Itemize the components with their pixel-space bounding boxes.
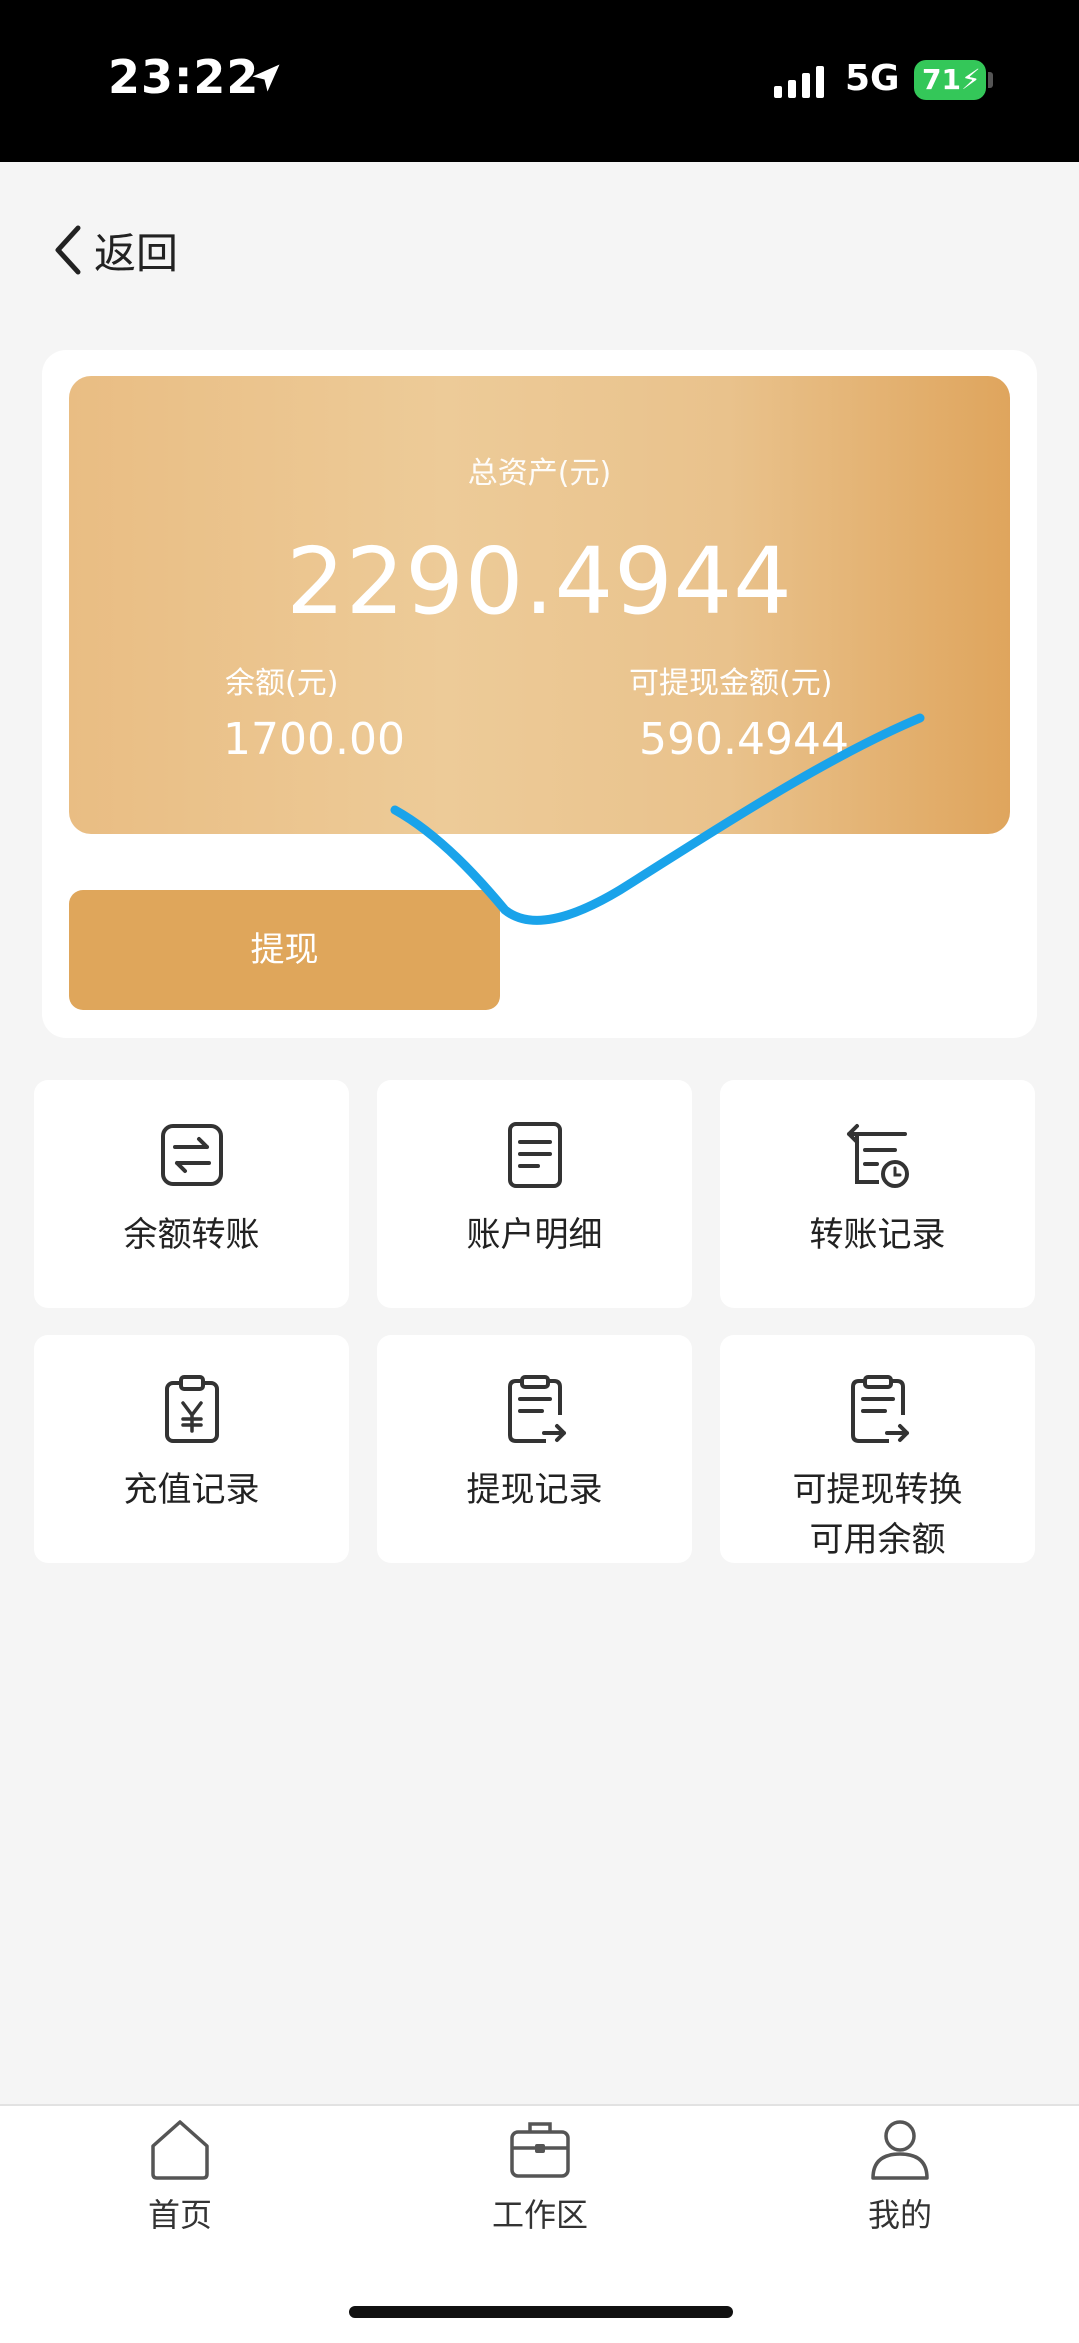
- menu-item-account-details[interactable]: 账户明细: [377, 1080, 692, 1308]
- home-indicator[interactable]: [349, 2306, 733, 2318]
- status-bar: 23:22 5G 71⚡: [0, 0, 1079, 162]
- transfer-icon: [161, 1124, 223, 1186]
- status-time: 23:22: [108, 50, 260, 104]
- back-button[interactable]: 返回: [50, 220, 178, 280]
- menu-item-recharge-records[interactable]: 充值记录: [34, 1335, 349, 1563]
- charging-bolt-icon: ⚡: [960, 63, 981, 96]
- document-icon: [508, 1122, 562, 1188]
- convert-record-icon: [851, 1375, 909, 1443]
- tab-label: 我的: [867, 2196, 932, 2234]
- total-assets-value: 2290.4944: [286, 528, 793, 635]
- user-icon: [871, 2120, 929, 2180]
- menu-item-convert-to-available[interactable]: 可提现转换 可用余额: [720, 1335, 1035, 1563]
- menu-item-label: 充值记录: [123, 1470, 260, 1510]
- menu-item-balance-transfer[interactable]: 余额转账: [34, 1080, 349, 1308]
- menu-item-label: 账户明细: [466, 1215, 603, 1255]
- withdraw-button[interactable]: 提现: [69, 890, 500, 1010]
- tab-home[interactable]: 首页: [80, 2116, 280, 2236]
- tab-workspace[interactable]: 工作区: [440, 2116, 640, 2236]
- withdraw-record-icon: [508, 1375, 566, 1443]
- home-icon: [151, 2120, 209, 2180]
- recharge-clipboard-icon: [165, 1375, 219, 1443]
- asset-card: 总资产(元) 2290.4944 余额(元) 1700.00 可提现金额(元) …: [69, 376, 1010, 834]
- asset-panel: 总资产(元) 2290.4944 余额(元) 1700.00 可提现金额(元) …: [42, 350, 1037, 1038]
- withdrawable-label: 可提现金额(元): [629, 666, 833, 701]
- location-arrow-icon: [252, 64, 280, 92]
- signal-bars-icon: [774, 66, 824, 98]
- balance-label: 余额(元): [225, 666, 339, 701]
- total-assets-label: 总资产(元): [467, 456, 612, 491]
- network-type: 5G: [845, 58, 900, 99]
- menu-item-label: 提现记录: [466, 1470, 603, 1510]
- withdrawable-value: 590.4944: [639, 714, 849, 765]
- battery-cap: [988, 72, 993, 88]
- back-label: 返回: [94, 228, 179, 278]
- menu-item-transfer-records[interactable]: 转账记录: [720, 1080, 1035, 1308]
- battery-icon: 71⚡: [914, 60, 986, 100]
- tab-label: 工作区: [491, 2196, 588, 2234]
- menu-item-label: 可提现转换 可用余额: [792, 1470, 963, 1560]
- chevron-left-icon: [55, 225, 81, 275]
- menu-item-label: 转账记录: [809, 1215, 946, 1255]
- tab-label: 首页: [147, 2196, 212, 2234]
- menu-item-withdraw-records[interactable]: 提现记录: [377, 1335, 692, 1563]
- transfer-history-icon: [847, 1124, 909, 1188]
- briefcase-icon: [510, 2122, 570, 2178]
- menu-item-label: 余额转账: [123, 1215, 260, 1255]
- balance-value: 1700.00: [223, 714, 405, 765]
- battery-level: 71: [922, 63, 961, 96]
- tab-mine[interactable]: 我的: [800, 2116, 1000, 2236]
